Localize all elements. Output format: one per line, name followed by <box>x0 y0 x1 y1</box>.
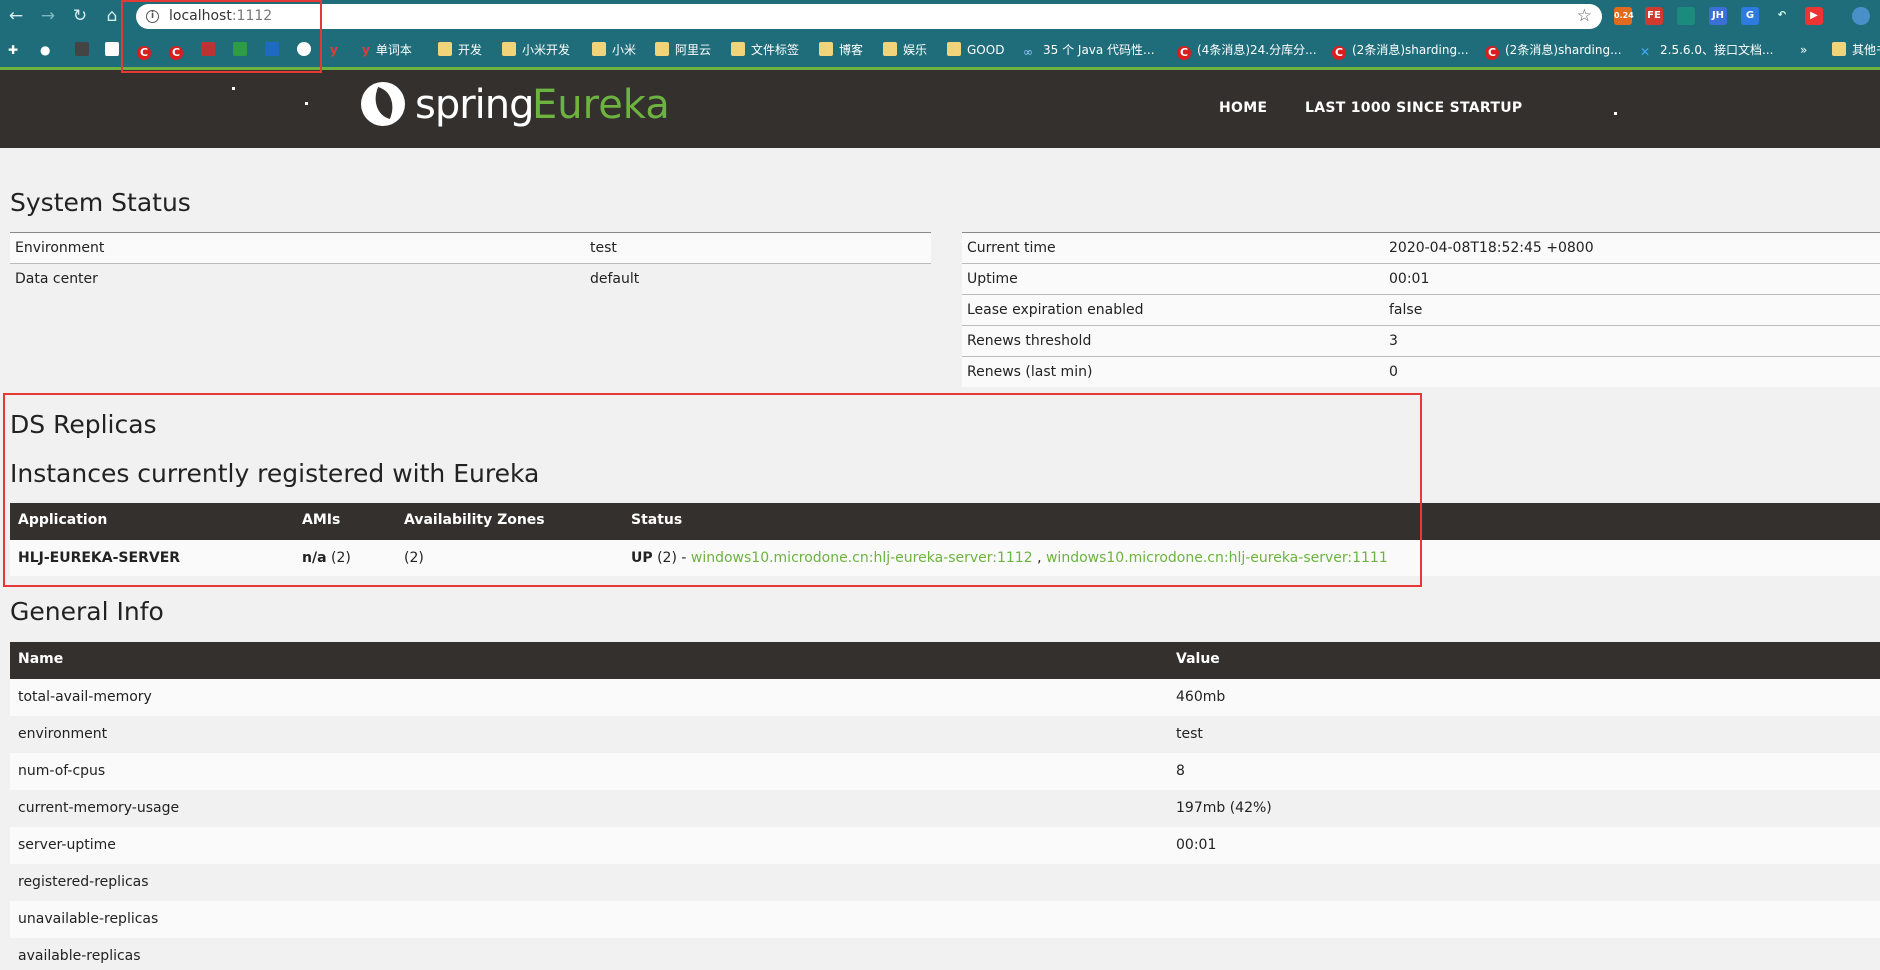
info-key: available-replicas <box>18 948 141 964</box>
info-key: current-memory-usage <box>18 800 180 816</box>
extension-undo-icon[interactable]: ↶ <box>1773 7 1791 25</box>
bookmark-other[interactable]: 其他书 <box>1832 41 1880 59</box>
profile-avatar-icon[interactable] <box>1852 7 1870 25</box>
info-value: test <box>1176 726 1203 742</box>
lease-value: false <box>1384 294 1880 326</box>
extension-square-icon[interactable] <box>1677 7 1695 25</box>
bookmark-aliyun[interactable]: 阿里云 <box>655 41 711 59</box>
bookmarks-overflow-icon[interactable]: » <box>1800 41 1807 59</box>
table-row <box>10 716 1880 754</box>
col-value: Value <box>1176 651 1220 667</box>
table-row <box>10 901 1880 939</box>
bookmark-star-icon[interactable]: ☆ <box>1577 6 1592 26</box>
info-key: num-of-cpus <box>18 763 106 779</box>
table-row <box>10 790 1880 828</box>
col-name: Name <box>18 651 64 667</box>
renews-last-label: Renews (last min) <box>962 356 1384 387</box>
github-icon[interactable]: ● <box>40 41 50 59</box>
table-row: Environment test <box>10 232 931 264</box>
env-label: Environment <box>10 232 585 264</box>
table-row <box>10 753 1880 791</box>
table-row: Renews (last min) 0 <box>962 356 1880 387</box>
bookmark-y-icon[interactable]: y <box>330 41 338 59</box>
bookmark-wenjian[interactable]: 文件标签 <box>731 41 799 59</box>
brand-eureka[interactable]: Eureka <box>532 82 670 128</box>
datacenter-label: Data center <box>10 263 585 294</box>
system-status-left-table: Environment test Data center default <box>10 232 931 294</box>
uptime-label: Uptime <box>962 263 1384 295</box>
uptime-value: 00:01 <box>1384 263 1880 295</box>
address-bar[interactable]: i localhost:1112 ☆ <box>136 4 1602 29</box>
info-value: 197mb (42%) <box>1176 800 1272 816</box>
bookmark-csdn-a[interactable]: C (4条消息)24.分库分... <box>1177 41 1317 60</box>
system-status-right-table: Current time 2020-04-08T18:52:45 +0800 U… <box>962 232 1880 387</box>
extension-video-icon[interactable]: ▶ <box>1805 7 1823 25</box>
general-info-header <box>10 642 1880 679</box>
current-time-label: Current time <box>962 232 1384 264</box>
table-row <box>10 827 1880 865</box>
info-key: total-avail-memory <box>18 689 152 705</box>
info-value: 00:01 <box>1176 837 1217 853</box>
info-value: 8 <box>1176 763 1185 779</box>
bookmark-kaifa[interactable]: 开发 <box>438 41 482 59</box>
table-row: Current time 2020-04-08T18:52:45 +0800 <box>962 232 1880 264</box>
renews-threshold-label: Renews threshold <box>962 325 1384 357</box>
bookmark-boke[interactable]: 博客 <box>819 41 863 59</box>
table-row <box>10 938 1880 970</box>
bookmark-xiaomi-kaifa[interactable]: 小米开发 <box>502 41 570 59</box>
nav-home[interactable]: HOME <box>1219 100 1267 116</box>
extension-timer-icon[interactable]: 0.24 <box>1614 7 1634 25</box>
table-row: Lease expiration enabled false <box>962 294 1880 326</box>
nav-last-1000[interactable]: LAST 1000 SINCE STARTUP <box>1305 100 1522 116</box>
renews-last-value: 0 <box>1384 356 1880 387</box>
extension-translate-icon[interactable]: G <box>1741 7 1759 25</box>
bookmark-interface-doc[interactable]: ✕ 2.5.6.0、接口文档... <box>1640 41 1773 59</box>
bookmark-good[interactable]: GOOD <box>947 41 1004 59</box>
table-row: Renews threshold 3 <box>962 325 1880 357</box>
forward-icon[interactable]: → <box>38 6 58 26</box>
bookmark-icon-1[interactable] <box>75 41 95 59</box>
back-icon[interactable]: ← <box>6 6 26 26</box>
extension-fe-icon[interactable]: FE <box>1645 7 1663 25</box>
info-key: registered-replicas <box>18 874 149 890</box>
info-value: 460mb <box>1176 689 1226 705</box>
bookmark-xiaomi[interactable]: 小米 <box>592 41 636 59</box>
home-icon[interactable]: ⌂ <box>102 6 122 26</box>
bookmark-yule[interactable]: 娱乐 <box>883 41 927 59</box>
brand-spring[interactable]: spring <box>415 82 535 128</box>
navbar-dot <box>232 87 235 90</box>
env-value: test <box>585 232 931 264</box>
general-info-title: General Info <box>10 597 164 626</box>
bookmark-csdn-c[interactable]: C (2条消息)sharding... <box>1485 41 1622 60</box>
table-row <box>10 864 1880 902</box>
extension-jh-icon[interactable]: JH <box>1709 7 1727 25</box>
table-row: Uptime 00:01 <box>962 263 1880 295</box>
info-key: server-uptime <box>18 837 116 853</box>
highlight-box-replicas <box>3 393 1422 587</box>
eureka-navbar <box>0 70 1880 148</box>
reload-icon[interactable]: ↻ <box>70 6 90 26</box>
navbar-dot <box>305 102 308 105</box>
info-key: unavailable-replicas <box>18 911 159 927</box>
bookmark-danci[interactable]: y 单词本 <box>362 41 412 59</box>
lease-label: Lease expiration enabled <box>962 294 1384 326</box>
table-row: Data center default <box>10 263 931 294</box>
apps-icon[interactable]: ✚ <box>8 41 18 59</box>
bookmark-csdn-b[interactable]: C (2条消息)sharding... <box>1332 41 1469 60</box>
renews-threshold-value: 3 <box>1384 325 1880 357</box>
datacenter-value: default <box>585 263 931 294</box>
highlight-box-url <box>121 0 322 73</box>
system-status-title: System Status <box>10 188 191 217</box>
table-row <box>10 679 1880 717</box>
current-time-value: 2020-04-08T18:52:45 +0800 <box>1384 232 1880 264</box>
bookmark-java[interactable]: ∞ 35 个 Java 代码性... <box>1023 41 1155 59</box>
info-key: environment <box>18 726 108 742</box>
navbar-dot <box>1614 112 1617 115</box>
